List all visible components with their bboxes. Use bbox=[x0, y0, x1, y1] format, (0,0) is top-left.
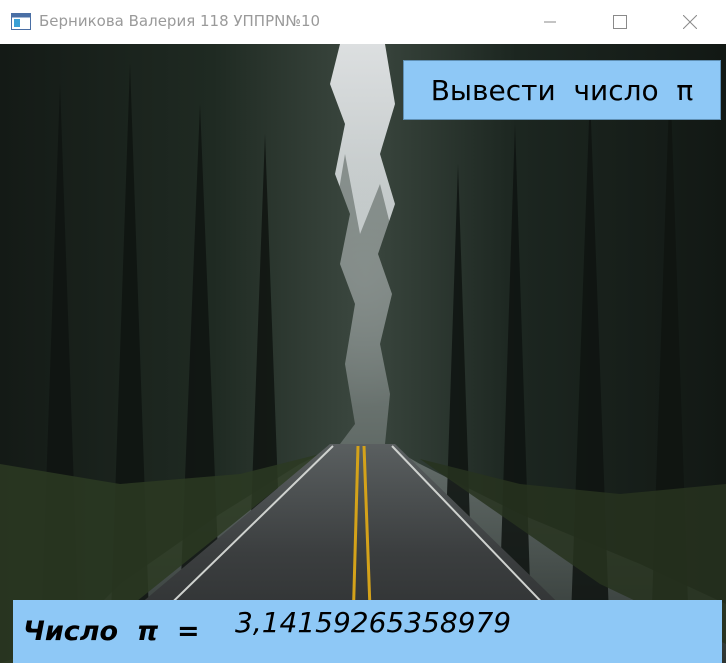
window-title: Берникова Валерия 118 УППРN№10 bbox=[39, 12, 321, 30]
form-client-area: Вывести число π Число π = 3,141592653589… bbox=[0, 44, 726, 663]
title-bar[interactable]: Берникова Валерия 118 УППРN№10 bbox=[0, 0, 726, 44]
maximize-button[interactable] bbox=[597, 0, 643, 44]
minimize-button[interactable] bbox=[527, 0, 573, 44]
close-button[interactable] bbox=[667, 0, 713, 44]
show-pi-button[interactable]: Вывести число π bbox=[403, 60, 721, 120]
minimize-icon bbox=[544, 21, 556, 23]
maximize-icon bbox=[613, 15, 627, 29]
pi-result-panel: Число π = 3,14159265358979 bbox=[13, 600, 722, 663]
pi-result-value: 3,14159265358979 bbox=[235, 606, 512, 639]
app-window-icon[interactable] bbox=[11, 13, 31, 30]
app-window: Берникова Валерия 118 УППРN№10 Вывести ч… bbox=[0, 0, 726, 663]
close-icon bbox=[683, 15, 697, 29]
pi-result-label: Число π = bbox=[23, 616, 200, 647]
forest-road-background-image bbox=[0, 44, 726, 663]
